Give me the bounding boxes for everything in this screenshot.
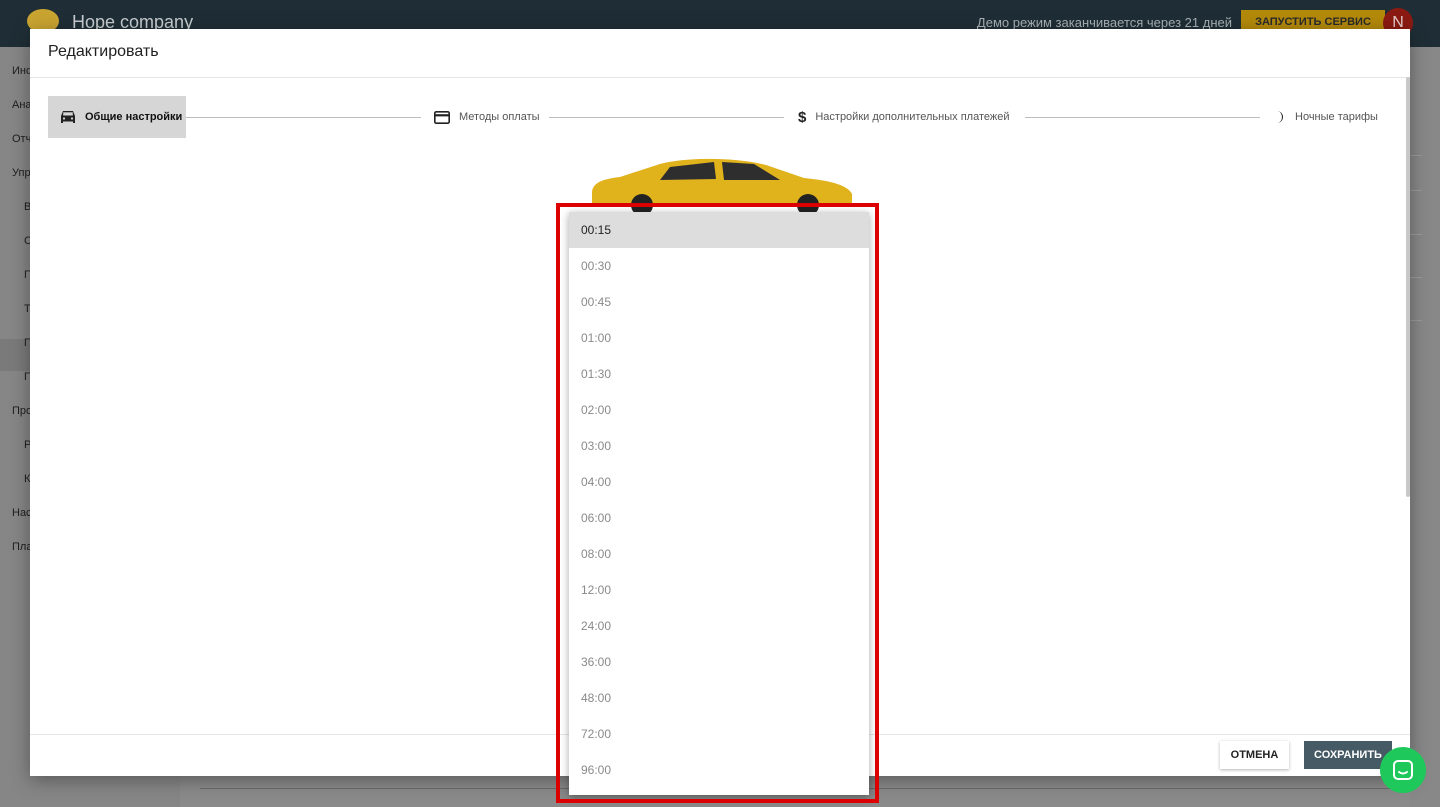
step-label: Ночные тарифы [1295,111,1378,123]
step-payment-methods[interactable]: Методы оплаты [434,96,540,138]
sidebar-item[interactable]: Нас [12,507,32,519]
chat-widget-button[interactable] [1380,747,1426,793]
credit-card-icon [434,110,450,124]
car-icon [61,111,75,123]
modal-title: Редактировать [48,43,159,60]
step-connector [549,117,784,118]
background-divider [1410,277,1422,278]
dollar-icon: $ [798,108,807,126]
sidebar-item[interactable]: Отч [12,133,31,145]
step-general-settings[interactable]: Общие настройки [48,96,186,138]
modal-header: Редактировать [30,29,1410,78]
cancel-button[interactable]: ОТМЕНА [1220,741,1289,769]
sidebar-item[interactable]: Упр [12,167,31,179]
save-button[interactable]: СОХРАНИТЬ [1304,741,1392,769]
sidebar-item[interactable]: Ана [12,99,32,111]
background-content [1410,47,1440,807]
step-connector [1025,117,1260,118]
scrollbar[interactable] [1406,77,1410,497]
highlight-frame [556,203,879,803]
background-divider [1410,190,1422,191]
step-label: Общие настройки [85,111,183,123]
step-label: Настройки дополнительных платежей [815,111,1010,123]
step-label: Методы оплаты [459,111,540,123]
step-additional-payments[interactable]: $ Настройки дополнительных платежей [798,96,1009,138]
demo-notice: Демо режим заканчивается через 21 дней [976,15,1232,30]
moon-icon [1277,111,1283,123]
background-divider [1410,320,1422,321]
step-night-tariffs[interactable]: Ночные тарифы [1274,96,1378,138]
background-divider [1410,234,1422,235]
step-connector [186,117,421,118]
background-divider [1410,155,1422,156]
chat-icon [1393,760,1413,780]
